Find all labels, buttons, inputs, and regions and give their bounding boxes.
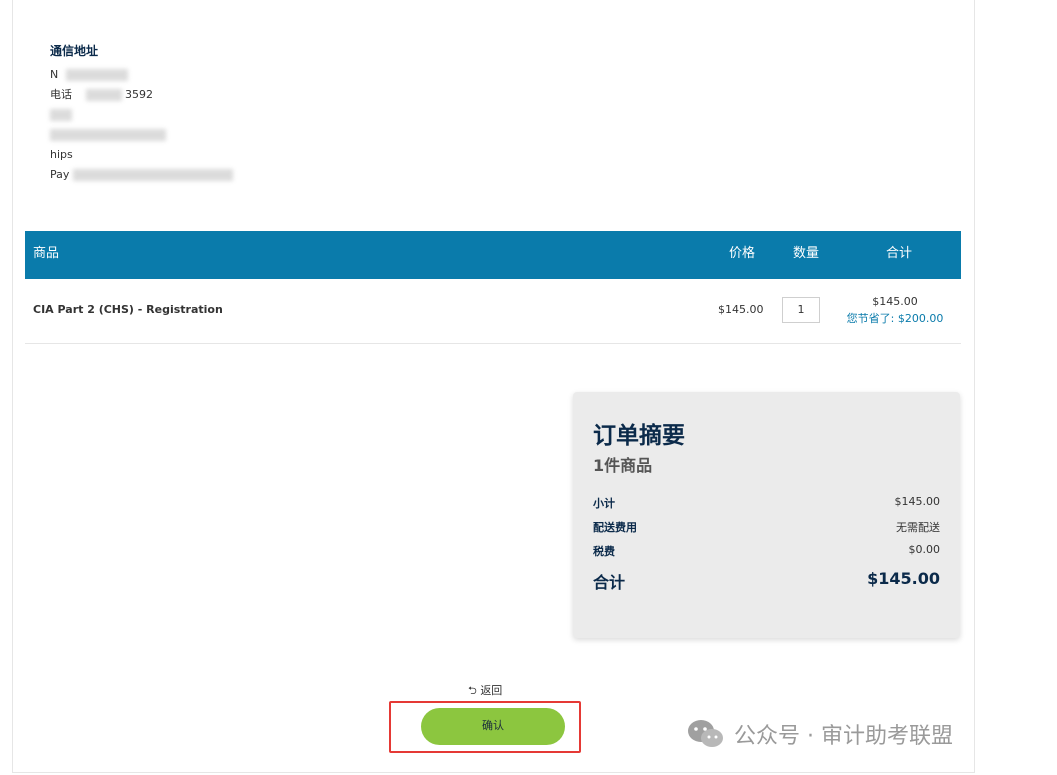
summary-item-count: 1件商品 [593,456,653,475]
header-product: 商品 [33,246,60,261]
subtotal-label: 小计 [593,497,615,510]
line-total: $145.00 您节省了: $200.00 [840,295,950,326]
confirm-button[interactable]: 确认 [421,708,565,745]
cart-table-header: 商品 价格 数量 合计 [25,231,961,279]
total-value: $145.00 [867,569,940,588]
redacted-text [65,69,128,81]
redacted-text [85,89,122,101]
watermark-text: 公众号 · 审计助考联盟 [734,724,953,749]
product-price: $145.00 [718,303,764,316]
header-price: 价格 [729,246,756,261]
savings-text: 您节省了: $200.00 [840,310,950,326]
product-name: CIA Part 2 (CHS) - Registration [33,303,223,316]
subtotal-value: $145.00 [894,495,941,508]
address-line-4 [50,125,233,145]
order-summary: 订单摘要 1件商品 小计 $145.00 配送费用 无需配送 税费 $0.00 … [573,392,960,638]
table-row: CIA Part 2 (CHS) - Registration $145.00 … [25,279,961,344]
redacted-text [72,169,233,181]
tax-label: 税费 [593,545,615,558]
total-label: 合计 [593,573,626,592]
address-line-phone: 电话 3592 [50,88,153,101]
return-arrow-icon: ⮌ [468,684,477,697]
header-total: 合计 [886,246,913,261]
watermark: 公众号 · 审计助考联盟 [686,716,953,752]
quantity-field[interactable]: 1 [782,297,820,323]
line-total-amount: $145.00 [872,295,918,308]
shipping-label: 配送费用 [593,521,637,534]
shipping-value: 无需配送 [896,521,940,534]
savings-label: 您节省了: [846,312,895,325]
tax-value: $0.00 [908,543,941,556]
back-link[interactable]: ⮌ 返回 [468,682,502,701]
address-line-payment: Pay [50,165,233,185]
back-label: 返回 [480,684,503,697]
address-title: 通信地址 [50,44,99,58]
savings-amount: $200.00 [897,312,944,325]
wechat-icon [688,720,723,747]
address-line-3 [50,105,233,125]
summary-title: 订单摘要 [593,423,685,449]
address-line-name: N [50,65,233,85]
header-quantity: 数量 [793,246,820,261]
redacted-text [50,109,72,121]
address-block: 通信地址 N 电话 3592 hips Pay [50,42,233,185]
redacted-text [50,129,166,141]
address-line-shipping: hips [50,148,73,161]
